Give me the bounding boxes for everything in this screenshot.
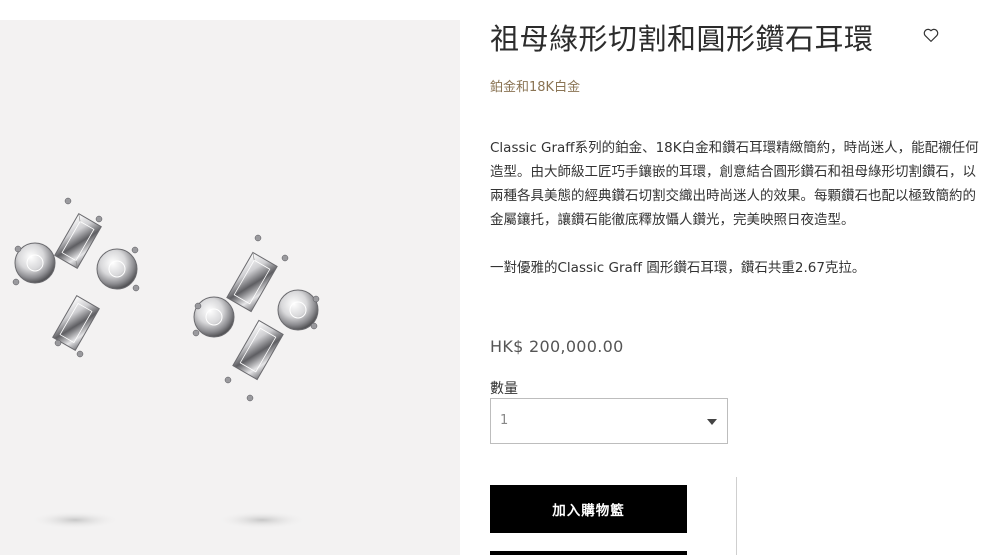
description-paragraph-2: 一對優雅的Classic Graff 圓形鑽石耳環，鑽石共重2.67克拉。 [490,260,866,276]
left-earring [12,197,140,358]
product-description: Classic Graff系列的鉑金、18K白金和鑽石耳環精緻簡約，時尚迷人，能… [490,136,984,280]
earrings-illustration [12,197,320,529]
product-price: HK$ 200,000.00 [490,337,624,356]
right-earring [192,234,320,402]
product-info: 祖母綠形切割和圓形鑽石耳環 鉑金和18K白金 Classic Graff系列的鉑… [490,0,984,555]
product-image [0,20,460,555]
description-paragraph-1: Classic Graff系列的鉑金、18K白金和鑽石耳環精緻簡約，時尚迷人，能… [490,140,979,228]
quantity-select[interactable]: 1 [490,398,728,444]
product-title: 祖母綠形切割和圓形鑽石耳環 [490,22,874,56]
chevron-down-icon [707,419,717,425]
heart-outline-icon[interactable] [922,26,940,44]
product-material: 鉑金和18K白金 [490,80,581,95]
quantity-selected-value: 1 [500,413,509,428]
quantity-label: 數量 [490,381,518,397]
vertical-divider [736,477,737,555]
secondary-action-button[interactable] [490,551,687,555]
add-to-bag-button[interactable]: 加入購物籃 [490,485,687,533]
